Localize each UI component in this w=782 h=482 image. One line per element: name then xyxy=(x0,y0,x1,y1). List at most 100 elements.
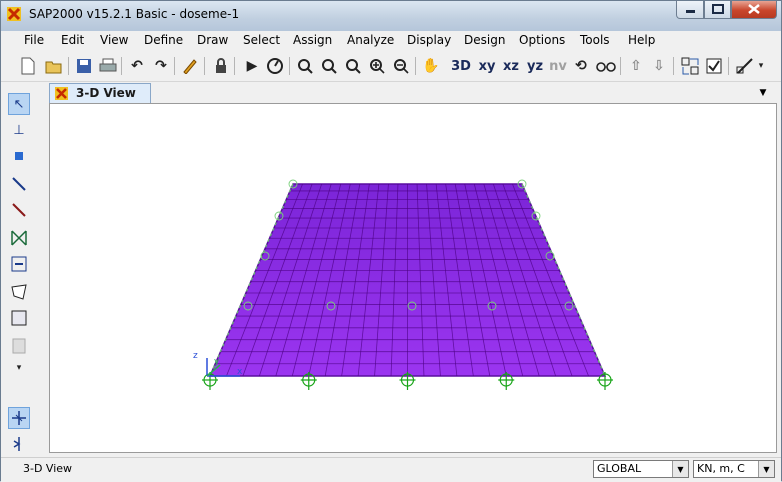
snap-ends-icon xyxy=(13,437,21,451)
tab-label: 3-D View xyxy=(76,86,136,100)
perspective-button[interactable] xyxy=(596,56,616,76)
main-toolbar: ↶ ↷ ▶ ✋ 3D xy xz yz nv ⟲ ⇧ ⇩ ▾ xyxy=(1,51,781,82)
line-draw-icon xyxy=(736,58,753,74)
redo-icon: ↷ xyxy=(155,58,167,74)
maximize-button[interactable] xyxy=(704,1,731,19)
menu-assign[interactable]: Assign xyxy=(293,33,332,47)
glasses-icon xyxy=(596,62,616,72)
close-icon xyxy=(748,4,760,14)
draw-solid-button[interactable] xyxy=(8,335,30,357)
menu-display[interactable]: Display xyxy=(407,33,451,47)
restore-full-view-button[interactable] xyxy=(319,56,339,76)
new-model-button[interactable] xyxy=(18,56,38,76)
draw-section-cut-button[interactable] xyxy=(8,253,30,275)
view-yz-button[interactable]: yz xyxy=(523,56,547,76)
sap-logo-icon xyxy=(7,7,21,21)
zoom-window-button[interactable] xyxy=(295,56,315,76)
pointer-icon: ↖ xyxy=(13,96,25,112)
run-analysis-button[interactable]: ▶ xyxy=(242,56,262,76)
reshaper-button[interactable]: ⊥ xyxy=(8,119,30,141)
toolbar-separator xyxy=(415,57,416,75)
menu-file[interactable]: File xyxy=(24,33,44,47)
refresh-button[interactable] xyxy=(180,56,200,76)
move-down-button[interactable]: ⇩ xyxy=(649,56,669,76)
zoom-out-icon xyxy=(394,59,409,74)
new-file-icon xyxy=(21,57,35,75)
open-button[interactable] xyxy=(44,56,64,76)
title-bar[interactable]: SAP2000 v15.2.1 Basic - doseme-1 xyxy=(1,1,781,31)
menu-design[interactable]: Design xyxy=(464,33,505,47)
pan-button[interactable]: ✋ xyxy=(421,56,441,76)
previous-zoom-button[interactable] xyxy=(343,56,363,76)
toolbar-separator xyxy=(234,57,235,75)
move-up-button[interactable]: ⇧ xyxy=(626,56,646,76)
axis-z-label: z xyxy=(193,351,198,361)
object-shrink-button[interactable] xyxy=(680,56,700,76)
draw-poly-area-button[interactable] xyxy=(8,281,30,303)
rotate-3d-button[interactable]: ⟲ xyxy=(571,56,591,76)
bracing-icon xyxy=(11,230,27,246)
side-toolbar-overflow[interactable]: ▾ xyxy=(8,357,30,379)
chevron-down-icon: ▼ xyxy=(758,461,774,477)
set-display-options-button[interactable] xyxy=(704,56,724,76)
print-button[interactable] xyxy=(98,56,118,76)
undo-button[interactable]: ↶ xyxy=(127,56,147,76)
chevron-down-icon: ▾ xyxy=(16,363,22,373)
quick-draw-frame-button[interactable] xyxy=(8,199,30,221)
frame-line-icon xyxy=(12,177,26,191)
menu-define[interactable]: Define xyxy=(144,33,183,47)
menu-draw[interactable]: Draw xyxy=(197,33,228,47)
lock-button[interactable] xyxy=(211,56,231,76)
model-canvas[interactable]: z y x xyxy=(50,104,776,452)
menu-edit[interactable]: Edit xyxy=(61,33,84,47)
zoom-full-icon xyxy=(322,59,337,74)
status-text: 3-D View xyxy=(23,462,73,475)
draw-rect-area-button[interactable] xyxy=(8,307,30,329)
view-xz-button[interactable]: xz xyxy=(499,56,523,76)
section-cut-icon xyxy=(11,256,27,272)
units-value: KN, m, C xyxy=(697,462,745,475)
close-button[interactable] xyxy=(731,1,777,19)
hand-icon: ✋ xyxy=(422,58,440,74)
draw-braces-button[interactable] xyxy=(8,227,30,249)
snap-icon xyxy=(12,411,26,425)
toolbar-separator xyxy=(204,57,205,75)
toolbar-separator xyxy=(620,57,621,75)
tab-3d-view[interactable]: 3-D View xyxy=(49,83,151,103)
joint-icon xyxy=(15,152,23,160)
toolbar-overflow-button[interactable]: ▾ xyxy=(755,56,767,76)
menu-tools[interactable]: Tools xyxy=(580,33,610,47)
units-select[interactable]: KN, m, C ▼ xyxy=(693,460,775,478)
window-title: SAP2000 v15.2.1 Basic - doseme-1 xyxy=(29,7,240,21)
zoom-in-button[interactable] xyxy=(367,56,387,76)
redo-button[interactable]: ↷ xyxy=(151,56,171,76)
menu-analyze[interactable]: Analyze xyxy=(347,33,394,47)
save-button[interactable] xyxy=(74,56,94,76)
menu-options[interactable]: Options xyxy=(519,33,565,47)
coord-system-value: GLOBAL xyxy=(597,462,642,475)
minimize-button[interactable] xyxy=(676,1,704,19)
view-nv-button[interactable]: nv xyxy=(546,56,570,76)
run-now-button[interactable] xyxy=(265,56,285,76)
draw-frame-button[interactable] xyxy=(8,173,30,195)
toolbar-separator xyxy=(68,57,69,75)
minimize-icon xyxy=(686,10,695,13)
menu-help[interactable]: Help xyxy=(628,33,655,47)
zoom-out-button[interactable] xyxy=(391,56,411,76)
print-icon xyxy=(99,58,117,72)
view-tab-strip: 3-D View ▼ xyxy=(49,83,777,103)
view-3d-button[interactable]: 3D xyxy=(449,56,473,76)
zoom-in-icon xyxy=(370,59,385,74)
menu-select[interactable]: Select xyxy=(243,33,280,47)
coord-system-select[interactable]: GLOBAL ▼ xyxy=(593,460,689,478)
pointer-button[interactable]: ↖ xyxy=(8,93,30,115)
snap-points-button[interactable] xyxy=(8,407,30,429)
menu-view[interactable]: View xyxy=(100,33,128,47)
model-viewport[interactable]: z y x xyxy=(49,103,777,453)
snap-ends-button[interactable] xyxy=(8,433,30,455)
view-xy-button[interactable]: xy xyxy=(475,56,499,76)
tab-dropdown-button[interactable]: ▼ xyxy=(755,85,771,101)
draw-joint-button[interactable] xyxy=(8,145,30,167)
draw-options-button[interactable] xyxy=(735,56,755,76)
toolbar-separator xyxy=(121,57,122,75)
